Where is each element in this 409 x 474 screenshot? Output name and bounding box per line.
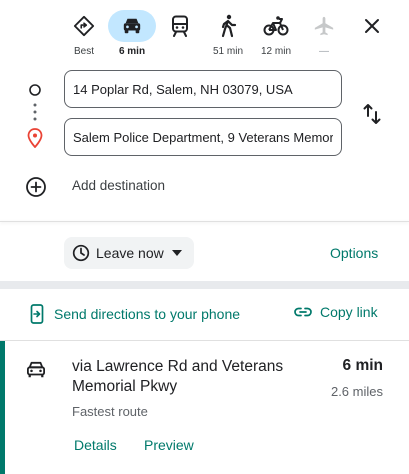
origin-input[interactable]: 14 Poplar Rd, Salem, NH 03079, USA: [64, 70, 342, 108]
details-link[interactable]: Details: [74, 437, 117, 453]
origin-input-value: 14 Poplar Rd, Salem, NH 03079, USA: [73, 81, 293, 97]
mode-flights[interactable]: —: [300, 10, 348, 57]
add-destination-label[interactable]: Add destination: [72, 178, 165, 193]
close-icon: [365, 19, 379, 33]
leave-now-button[interactable]: Leave now: [64, 237, 194, 269]
mode-walking[interactable]: 51 min: [204, 10, 252, 57]
route-subtitle: Fastest route: [72, 404, 148, 419]
mode-cycling[interactable]: 12 min: [252, 10, 300, 57]
route-time: 6 min: [342, 357, 383, 374]
close-button[interactable]: [358, 12, 386, 40]
swap-icon: [363, 104, 381, 124]
leave-now-label: Leave now: [96, 245, 164, 261]
send-directions-label: Send directions to your phone: [54, 306, 241, 322]
mode-best[interactable]: Best: [60, 10, 108, 57]
copy-link-button[interactable]: Copy link: [294, 304, 378, 320]
mode-driving[interactable]: 6 min: [108, 10, 156, 57]
caret-down-icon: [171, 250, 182, 256]
train-icon: [156, 10, 204, 42]
plane-icon: [300, 10, 348, 42]
mode-best-label: Best: [73, 46, 94, 57]
mode-flights-label: —: [319, 46, 329, 57]
mode-walking-label: 51 min: [212, 46, 243, 57]
destination-input-value: Salem Police Department, 9 Veterans Memo…: [73, 129, 333, 145]
swap-button[interactable]: [358, 100, 386, 128]
mode-cycling-label: 12 min: [260, 46, 291, 57]
options-button[interactable]: Options: [330, 245, 378, 261]
section-separator: [0, 281, 409, 289]
route-dots-icon: [33, 103, 37, 121]
car-icon: [27, 361, 45, 378]
copy-link-label: Copy link: [320, 304, 378, 320]
origin-circle-icon: [29, 84, 41, 96]
link-icon: [294, 307, 312, 317]
add-destination-button[interactable]: [25, 176, 47, 203]
add-circle-icon: [26, 177, 46, 197]
walk-icon: [204, 10, 252, 42]
mode-transit[interactable]: [156, 10, 204, 46]
selected-route-indicator: [0, 341, 5, 474]
route-card[interactable]: via Lawrence Rd and Veterans Memorial Pk…: [0, 341, 409, 474]
preview-link[interactable]: Preview: [144, 437, 194, 453]
destination-input[interactable]: Salem Police Department, 9 Veterans Memo…: [64, 118, 342, 156]
mode-driving-label: 6 min: [118, 46, 146, 57]
divider: [0, 221, 409, 222]
destination-pin-icon: [27, 128, 43, 148]
car-icon: [108, 10, 156, 42]
send-directions-button[interactable]: Send directions to your phone: [30, 304, 240, 324]
clock-icon: [72, 244, 90, 262]
route-distance: 2.6 miles: [330, 384, 383, 399]
send-to-phone-icon: [30, 304, 44, 324]
bike-icon: [252, 10, 300, 42]
route-title: via Lawrence Rd and Veterans Memorial Pk…: [72, 358, 284, 395]
best-route-icon: [60, 10, 108, 42]
